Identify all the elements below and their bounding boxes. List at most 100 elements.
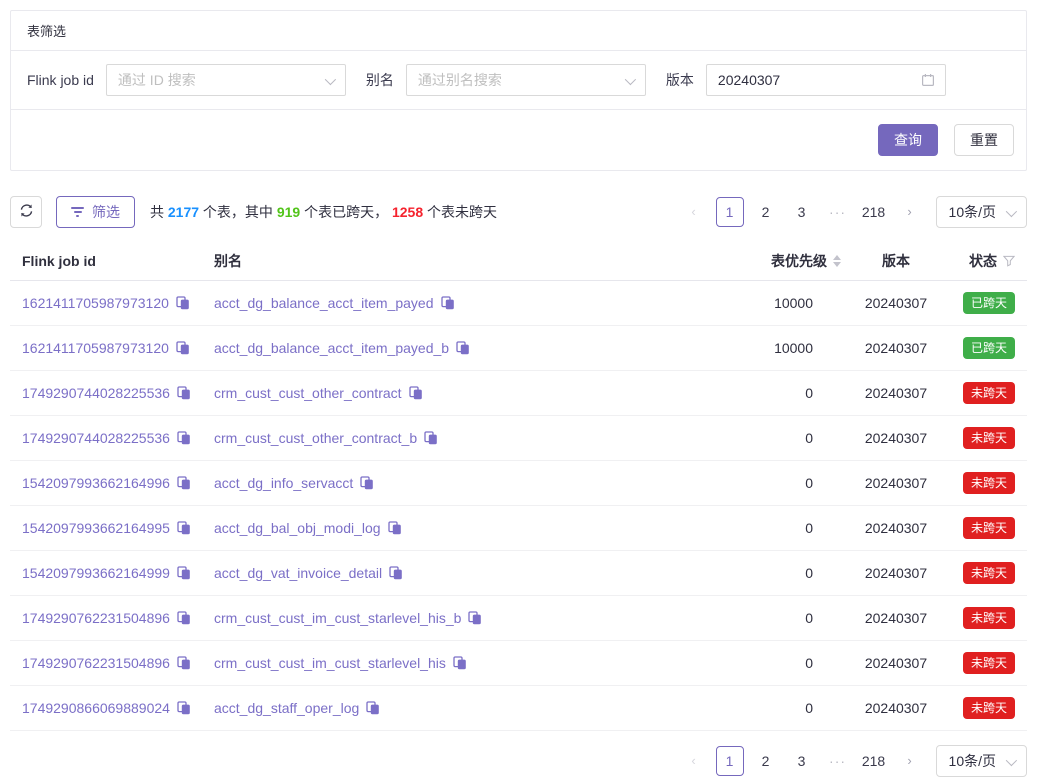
copy-icon[interactable] [177,656,191,670]
copy-icon[interactable] [176,296,190,310]
copy-icon[interactable] [177,476,191,490]
job-id-link[interactable]: 1542097993662164999 [22,565,170,581]
job-id-link[interactable]: 1542097993662164995 [22,520,170,536]
table-row: 1621411705987973120 acct_dg_balance_acct… [10,326,1027,371]
page-size-select[interactable]: 10条/页 [936,745,1027,777]
copy-icon[interactable] [389,566,403,580]
reset-button[interactable]: 重置 [954,124,1014,156]
alias-link[interactable]: acct_dg_balance_acct_item_payed_b [214,340,449,356]
alias-link[interactable]: acct_dg_staff_oper_log [214,700,359,716]
next-page-button[interactable]: › [896,746,924,776]
alias-link[interactable]: acct_dg_balance_acct_item_payed [214,295,434,311]
alias-link[interactable]: acct_dg_vat_invoice_detail [214,565,382,581]
version-date-value: 20240307 [718,72,780,88]
copy-icon[interactable] [388,521,402,535]
prev-page-button[interactable]: ‹ [680,197,708,227]
page-button-3[interactable]: 3 [788,197,816,227]
version-value: 20240307 [865,610,927,626]
table-body: 1621411705987973120 acct_dg_balance_acct… [10,281,1027,731]
copy-icon[interactable] [366,701,380,715]
version-value: 20240307 [865,475,927,491]
alias-link[interactable]: acct_dg_info_servacct [214,475,353,491]
copy-icon[interactable] [424,431,438,445]
version-value: 20240307 [865,565,927,581]
filter-row: Flink job id 通过 ID 搜索 别名 通过别名搜索 版本 20240… [11,51,1026,110]
copy-icon[interactable] [456,341,470,355]
job-id-link[interactable]: 1749290866069889024 [22,700,170,716]
refresh-button[interactable] [10,196,42,228]
crossed-count: 919 [277,204,300,220]
table-row: 1749290744028225536 crm_cust_cust_other_… [10,416,1027,461]
job-id-link[interactable]: 1542097993662164996 [22,475,170,491]
copy-icon[interactable] [177,521,191,535]
sort-icon[interactable] [833,255,841,267]
alias-link[interactable]: crm_cust_cust_other_contract_b [214,430,417,446]
priority-value: 10000 [774,295,813,311]
status-badge: 未跨天 [963,607,1015,629]
table-row: 1749290762231504896 crm_cust_cust_im_cus… [10,596,1027,641]
version-date-input[interactable]: 20240307 [706,64,946,96]
version-value: 20240307 [865,430,927,446]
status-badge: 未跨天 [963,697,1015,719]
alias-select[interactable]: 通过别名搜索 [406,64,646,96]
job-id-link[interactable]: 1621411705987973120 [22,340,169,356]
copy-icon[interactable] [441,296,455,310]
refresh-icon [19,203,34,221]
filter-toggle-label: 筛选 [92,202,120,222]
page-button-2[interactable]: 2 [752,197,780,227]
pagination: ‹ 123 ··· 218 › 10条/页 [680,745,1027,777]
job-id-link[interactable]: 1749290744028225536 [22,430,170,446]
page-button-3[interactable]: 3 [788,746,816,776]
flink-job-id-placeholder: 通过 ID 搜索 [118,70,196,90]
priority-value: 0 [805,565,813,581]
priority-value: 10000 [774,340,813,356]
alias-link[interactable]: acct_dg_bal_obj_modi_log [214,520,381,536]
filter-toggle-button[interactable]: 筛选 [56,196,135,228]
page-size-select[interactable]: 10条/页 [936,196,1027,228]
copy-icon[interactable] [177,566,191,580]
page-button-1[interactable]: 1 [716,197,744,227]
job-id-link[interactable]: 1749290762231504896 [22,655,170,671]
page-button-2[interactable]: 2 [752,746,780,776]
field-alias: 别名 通过别名搜索 [366,64,646,96]
chevron-down-icon [325,74,336,85]
job-id-link[interactable]: 1749290744028225536 [22,385,170,401]
copy-icon[interactable] [176,341,190,355]
page-button-1[interactable]: 1 [716,746,744,776]
job-id-link[interactable]: 1749290762231504896 [22,610,170,626]
table-row: 1749290866069889024 acct_dg_staff_oper_l… [10,686,1027,731]
table-row: 1621411705987973120 acct_dg_balance_acct… [10,281,1027,326]
version-value: 20240307 [865,655,927,671]
version-label: 版本 [666,70,694,90]
copy-icon[interactable] [409,386,423,400]
flink-job-id-select[interactable]: 通过 ID 搜索 [106,64,346,96]
page-button-218[interactable]: 218 [860,746,888,776]
column-header-priority[interactable]: 表优先级 [739,242,849,281]
page-button-218[interactable]: 218 [860,197,888,227]
next-page-button[interactable]: › [896,197,924,227]
copy-icon[interactable] [177,611,191,625]
filter-funnel-icon[interactable] [1003,255,1015,267]
status-badge: 未跨天 [963,517,1015,539]
page-ellipsis[interactable]: ··· [824,197,852,227]
field-version: 版本 20240307 [666,64,946,96]
copy-icon[interactable] [453,656,467,670]
prev-page-button[interactable]: ‹ [680,746,708,776]
job-id-link[interactable]: 1621411705987973120 [22,295,169,311]
copy-icon[interactable] [360,476,374,490]
query-button[interactable]: 查询 [878,124,938,156]
copy-icon[interactable] [177,701,191,715]
alias-link[interactable]: crm_cust_cust_im_cust_starlevel_his_b [214,610,461,626]
alias-link[interactable]: crm_cust_cust_im_cust_starlevel_his [214,655,446,671]
status-badge: 未跨天 [963,427,1015,449]
alias-link[interactable]: crm_cust_cust_other_contract [214,385,402,401]
table: Flink job id 别名 表优先级 版本 状态 1621411705987… [10,242,1027,731]
copy-icon[interactable] [468,611,482,625]
priority-value: 0 [805,610,813,626]
priority-value: 0 [805,430,813,446]
toolbar: 筛选 共 2177 个表，其中 919 个表已跨天， 1258 个表未跨天 ‹1… [10,196,1027,228]
copy-icon[interactable] [177,386,191,400]
column-header-flink-job-id: Flink job id [10,242,206,281]
copy-icon[interactable] [177,431,191,445]
page-ellipsis[interactable]: ··· [824,746,852,776]
